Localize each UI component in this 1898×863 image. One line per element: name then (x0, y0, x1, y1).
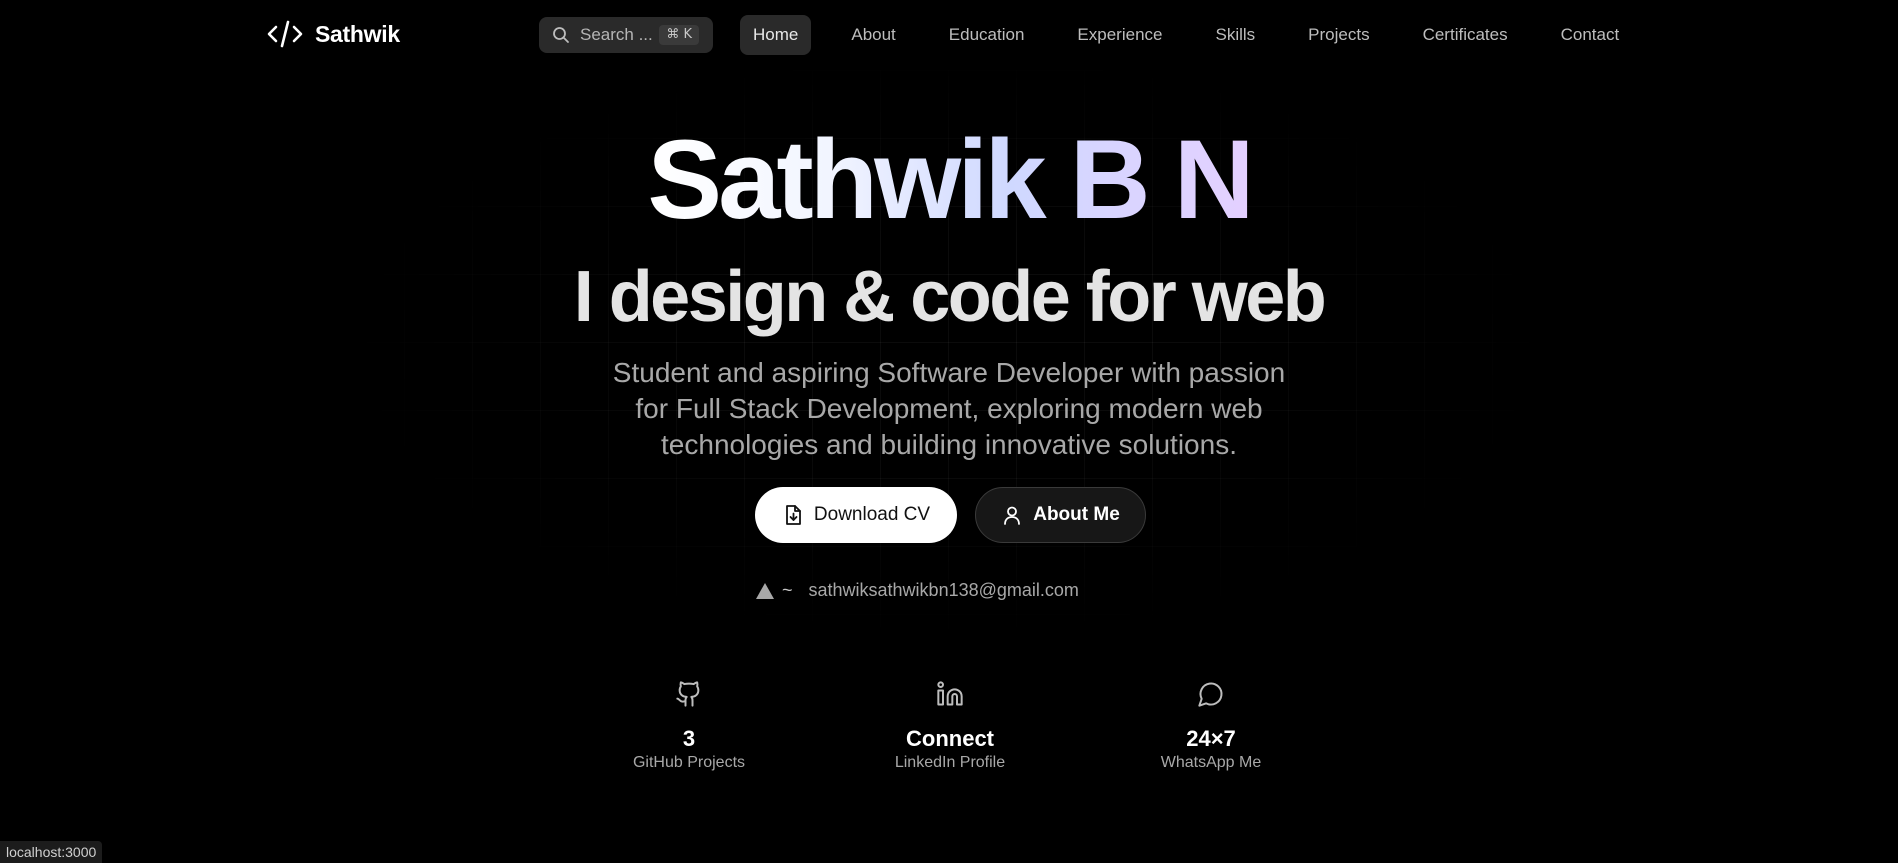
about-me-button[interactable]: About Me (975, 487, 1146, 543)
logo-text: Sathwik (315, 20, 400, 47)
search-icon (552, 26, 570, 44)
nav-item-contact[interactable]: Contact (1548, 15, 1633, 55)
code-icon (267, 18, 303, 50)
github-icon (675, 680, 703, 708)
hero-name: Sathwik B N (0, 115, 1898, 245)
nav-item-projects[interactable]: Projects (1295, 15, 1382, 55)
file-download-icon (782, 504, 804, 526)
stat-value: 24×7 (1186, 726, 1236, 751)
nav-item-home[interactable]: Home (740, 15, 812, 55)
nav-item-about[interactable]: About (838, 15, 908, 55)
stat-label: LinkedIn Profile (894, 754, 1006, 771)
download-cv-button[interactable]: Download CV (755, 487, 957, 543)
email-text[interactable]: sathwiksathwikbn138@gmail.com (809, 580, 1079, 601)
logo[interactable]: Sathwik (267, 18, 400, 50)
nav-links: Home About Education Experience Skills P… (740, 15, 1659, 55)
download-cv-label: Download CV (813, 504, 931, 525)
stat-whatsapp[interactable]: 24×7 WhatsApp Me (1111, 680, 1311, 772)
search-shortcut-badge: ⌘ K (659, 25, 699, 45)
navbar: Sathwik Search ... ⌘ K Home About Educat… (0, 0, 1898, 70)
stat-value: 3 (682, 726, 696, 751)
hero-description: Student and aspiring Software Developer … (612, 357, 1286, 460)
prompt-symbol: ~ (782, 580, 793, 600)
stat-linkedin[interactable]: Connect LinkedIn Profile (850, 680, 1050, 772)
about-me-label: About Me (1033, 504, 1120, 525)
hero-name-text: Sathwik B N (647, 117, 1254, 242)
chat-bubble-icon (1197, 680, 1225, 708)
stat-label: GitHub Projects (632, 754, 746, 771)
page: Sathwik Search ... ⌘ K Home About Educat… (0, 0, 1898, 863)
status-bar-url: localhost:3000 (0, 841, 103, 863)
nav-item-education[interactable]: Education (936, 15, 1038, 55)
stat-label: WhatsApp Me (1160, 754, 1262, 771)
linkedin-icon (936, 680, 964, 708)
user-icon (1001, 504, 1023, 526)
hero-tagline: I design & code for web (573, 257, 1327, 337)
stat-github[interactable]: 3 GitHub Projects (589, 680, 789, 772)
nav-item-experience[interactable]: Experience (1064, 15, 1175, 55)
search-placeholder: Search ... (580, 25, 653, 44)
triangle-icon (755, 581, 775, 601)
nav-item-skills[interactable]: Skills (1202, 15, 1268, 55)
stat-value: Connect (906, 726, 994, 751)
search-button[interactable]: Search ... ⌘ K (539, 17, 713, 53)
nav-item-certificates[interactable]: Certificates (1410, 15, 1521, 55)
email-line: ~ sathwiksathwikbn138@gmail.com (755, 580, 1079, 601)
